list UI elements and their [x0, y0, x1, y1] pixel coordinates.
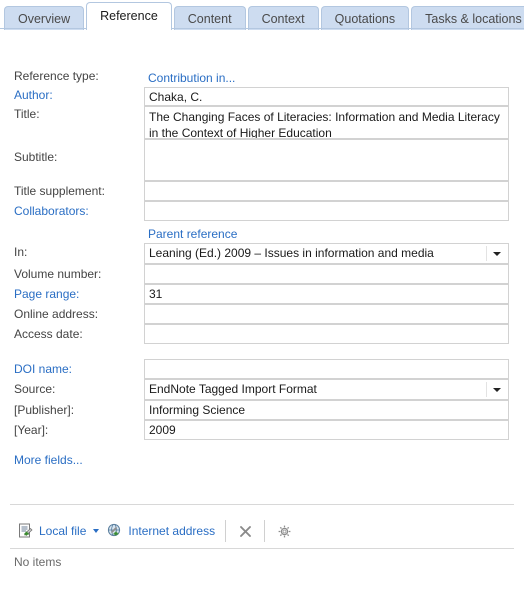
chevron-down-icon[interactable]: [493, 387, 501, 392]
toolbar-divider-1: [225, 520, 227, 542]
tab-overview[interactable]: Overview: [4, 6, 85, 30]
document-add-icon: [18, 523, 34, 539]
tab-reference-label: Reference: [100, 9, 158, 23]
input-online-address[interactable]: [144, 304, 509, 324]
tab-quotations-label: Quotations: [334, 12, 396, 26]
label-access-date: Access date:: [14, 327, 83, 341]
tab-bar-underline: [0, 28, 524, 29]
label-online-address: Online address:: [14, 307, 99, 321]
label-year: [Year]:: [14, 423, 49, 437]
input-access-date[interactable]: [144, 324, 509, 344]
combo-in-value: Leaning (Ed.) 2009 – Issues in informati…: [149, 246, 434, 260]
toolbar-top-divider: [10, 504, 514, 505]
input-doi-name[interactable]: [144, 359, 509, 379]
tab-context[interactable]: Context: [247, 6, 319, 30]
label-source: Source:: [14, 382, 56, 396]
input-title-supplement[interactable]: [144, 181, 509, 201]
label-reference-type: Reference type:: [14, 69, 99, 83]
label-subtitle: Subtitle:: [14, 150, 58, 164]
label-title: Title:: [14, 107, 40, 121]
delete-attachment-button[interactable]: [232, 519, 258, 543]
attachments-empty-text: No items: [14, 555, 62, 569]
label-volume-number: Volume number:: [14, 267, 102, 281]
combo-in-separator: [486, 246, 487, 261]
tab-tasks-locations[interactable]: Tasks & locations: [411, 6, 524, 30]
label-doi-name[interactable]: DOI name:: [14, 362, 72, 376]
tab-overview-label: Overview: [18, 12, 71, 26]
attachment-settings-button[interactable]: [271, 519, 297, 543]
label-collaborators[interactable]: Collaborators:: [14, 204, 89, 218]
local-file-button[interactable]: Local file: [14, 518, 103, 544]
input-page-range[interactable]: 31: [144, 284, 509, 304]
combo-source-value: EndNote Tagged Import Format: [149, 382, 317, 396]
input-publisher[interactable]: Informing Science: [144, 400, 509, 420]
internet-address-button[interactable]: Internet address: [103, 518, 219, 544]
gear-icon: [277, 524, 292, 539]
toolbar-divider-2: [264, 520, 266, 542]
label-title-supplement: Title supplement:: [14, 184, 105, 198]
local-file-label: Local file: [39, 524, 87, 538]
input-title[interactable]: The Changing Faces of Literacies: Inform…: [144, 106, 509, 139]
tab-content-label: Content: [187, 12, 232, 26]
toolbar-bottom-divider: [10, 548, 514, 549]
input-subtitle[interactable]: [144, 139, 509, 181]
label-in: In:: [14, 245, 28, 259]
combo-source-separator: [486, 382, 487, 397]
input-collaborators[interactable]: [144, 201, 509, 221]
label-author[interactable]: Author:: [14, 88, 53, 102]
more-fields-link[interactable]: More fields...: [14, 453, 83, 467]
value-reference-type[interactable]: Contribution in...: [144, 69, 509, 85]
close-icon: [238, 524, 253, 539]
tab-list: Overview Reference Content Context Quota…: [4, 0, 524, 30]
input-year[interactable]: 2009: [144, 420, 509, 440]
combo-source[interactable]: EndNote Tagged Import Format: [144, 379, 509, 400]
tab-context-label: Context: [261, 12, 305, 26]
tab-content[interactable]: Content: [173, 6, 246, 30]
label-page-range[interactable]: Page range:: [14, 287, 79, 301]
label-publisher: [Publisher]:: [14, 403, 75, 417]
parent-reference-link[interactable]: Parent reference: [144, 225, 509, 241]
attachments-toolbar: Local file Internet address: [0, 514, 524, 548]
input-author[interactable]: Chaka, C.: [144, 87, 509, 106]
combo-in[interactable]: Leaning (Ed.) 2009 – Issues in informati…: [144, 243, 509, 264]
globe-link-add-icon: [107, 523, 123, 539]
tab-tasks-locations-label: Tasks & locations: [425, 12, 522, 26]
tab-quotations[interactable]: Quotations: [320, 6, 410, 30]
input-volume-number[interactable]: [144, 264, 509, 284]
tab-reference[interactable]: Reference: [86, 2, 172, 30]
reference-form: Reference type: Contribution in... Autho…: [0, 29, 524, 467]
tab-bar: Overview Reference Content Context Quota…: [0, 0, 524, 30]
chevron-down-icon[interactable]: [493, 251, 501, 256]
chevron-down-icon[interactable]: [93, 529, 100, 533]
internet-address-label: Internet address: [128, 524, 216, 538]
